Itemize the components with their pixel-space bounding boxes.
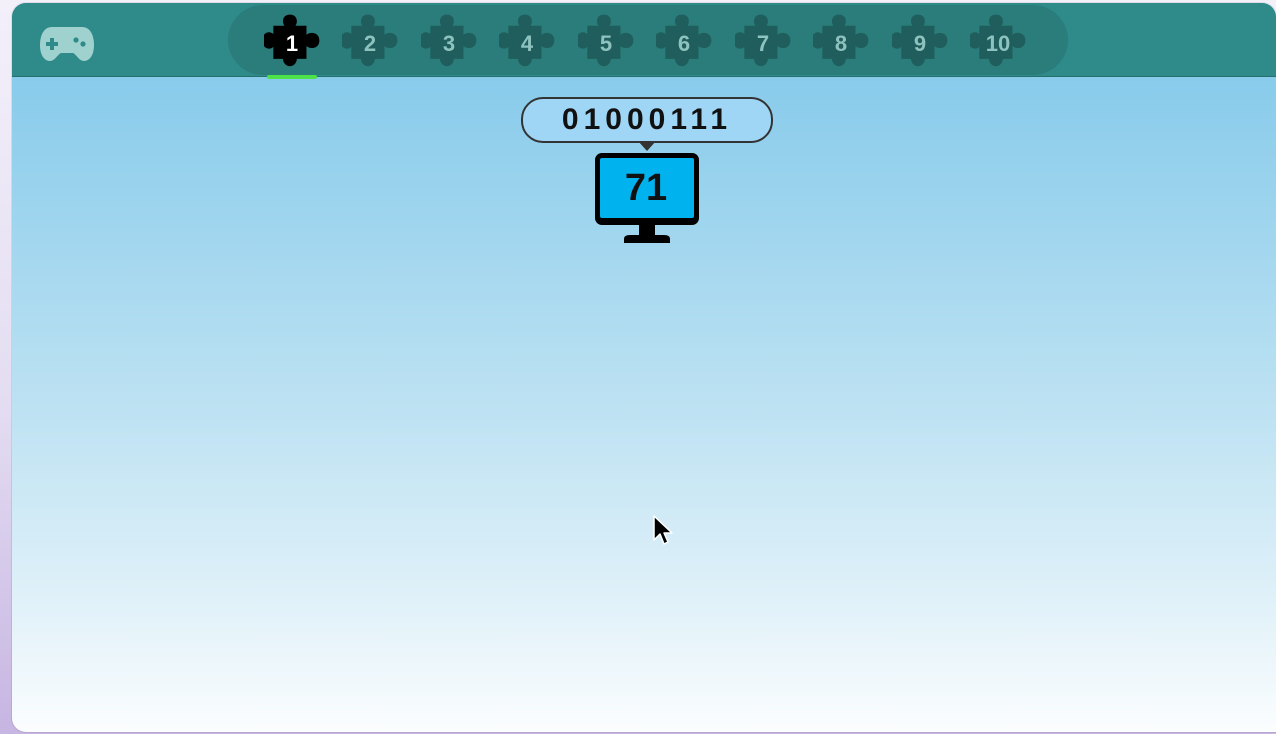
level-1-button[interactable]: 1 — [264, 11, 328, 79]
decimal-value: 71 — [624, 167, 668, 209]
level-7-button[interactable]: 7 — [735, 11, 799, 75]
computer-monitor-icon: 71 — [594, 151, 702, 247]
level-selector: 1 2 3 4 5 6 7 8 9 10 — [228, 5, 1068, 79]
active-level-indicator — [267, 75, 317, 79]
level-number: 1 — [285, 31, 299, 56]
level-number: 8 — [834, 31, 848, 56]
level-8-button[interactable]: 8 — [813, 11, 877, 75]
bubble-pointer — [638, 141, 656, 151]
gamepad-icon[interactable] — [40, 23, 94, 63]
level-6-button[interactable]: 6 — [656, 11, 720, 75]
level-number: 4 — [520, 31, 534, 56]
level-number: 5 — [599, 31, 613, 56]
level-number: 10 — [985, 31, 1011, 56]
level-number: 6 — [677, 31, 691, 56]
level-2-button[interactable]: 2 — [342, 11, 406, 75]
level-10-button[interactable]: 10 — [970, 11, 1034, 75]
binary-value-bubble: 01000111 — [521, 97, 773, 143]
top-bar: 1 2 3 4 5 6 7 8 9 10 — [12, 3, 1276, 79]
level-number: 2 — [363, 31, 377, 56]
level-4-button[interactable]: 4 — [499, 11, 563, 75]
game-window: 1 2 3 4 5 6 7 8 9 10 01000111 71 — [12, 3, 1276, 732]
level-number: 7 — [756, 31, 770, 56]
level-5-button[interactable]: 5 — [578, 11, 642, 75]
mouse-pointer-icon — [653, 515, 673, 545]
level-number: 3 — [442, 31, 456, 56]
level-number: 9 — [913, 31, 927, 56]
level-9-button[interactable]: 9 — [892, 11, 956, 75]
level-3-button[interactable]: 3 — [421, 11, 485, 75]
